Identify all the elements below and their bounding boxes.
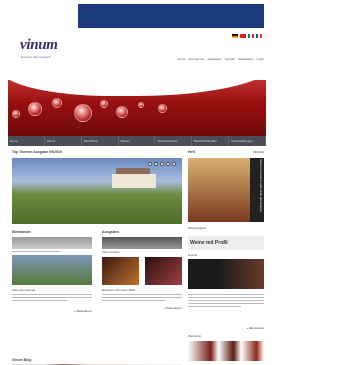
section-title: Ausgaben [102,230,119,234]
main-navigation: Home Weine Weinführer Reisen Wissenswert… [8,136,266,146]
article-image[interactable] [12,237,92,249]
wine-drop-decoration [28,102,42,116]
topnav-home[interactable]: Home [177,57,185,61]
top-navigation: Home Abo-Service Newsletter Kontakt Medi… [177,57,264,61]
flag-de-icon[interactable] [232,34,238,38]
product-image[interactable] [145,257,182,285]
cover-image [188,158,250,222]
flag-it-icon[interactable] [248,34,254,38]
main-column: Top Themen Ausgabe 09/2016 Weinländer We… [12,150,182,365]
section-title: Vinum Blog [12,358,32,362]
slider-dot[interactable] [160,162,164,166]
nav-home[interactable]: Home [8,136,45,146]
hero-wine-banner [8,80,266,136]
events-image[interactable] [188,259,264,289]
sidebar-title: Heft [188,150,195,154]
read-more-link[interactable]: » Weiterlesen [102,306,182,310]
article-image[interactable] [102,237,182,249]
nav-reisen[interactable]: Reisen [119,136,156,146]
flag-fr-icon[interactable] [256,34,262,38]
article-label[interactable]: Vinum Fokus [102,250,182,254]
website-screenshot: vinum Europas Weinmagazin Home Abo-Servi… [8,28,266,365]
nav-weinfuehrer[interactable]: Weinführer [82,136,119,146]
feature-slider-image[interactable] [12,158,182,224]
product-image[interactable] [102,257,139,285]
castle-image [112,168,156,188]
section-title: Weinländer [12,230,31,234]
section-blog: Vinum Blog [12,358,182,365]
slider-dot[interactable] [154,162,158,166]
article-label[interactable]: Bordeaux Primeurs 2016 [102,288,182,292]
all-events-link[interactable]: » Alle Events [188,326,264,330]
wine-wave-shape [8,80,266,96]
wine-drop-decoration [12,110,20,118]
topnav-newsletter[interactable]: Newsletter [208,57,222,61]
vineyard-image[interactable] [12,255,92,285]
nav-wissenswertes[interactable]: Wissenswertes [155,136,193,146]
wine-drop-decoration [158,104,167,113]
events-title: Events [188,253,198,257]
read-more-link[interactable]: » Weiterlesen [12,309,92,313]
site-logo[interactable]: vinum [20,37,58,54]
article-label[interactable]: Wein des Monats [12,288,92,292]
slider-dots [148,162,176,166]
wine-drop-decoration [52,98,62,108]
sidebar-date: 09/2016 [253,150,264,154]
flag-ch-icon[interactable] [240,34,246,38]
logo-tagline: Europas Weinmagazin [21,55,52,59]
promo-box[interactable]: Weine mit Profil [188,236,264,250]
topnav-kontakt[interactable]: Kontakt [225,57,235,61]
feature-title: Top Themen Ausgabe 09/2016 [12,150,62,154]
wine-drop-decoration [74,104,92,122]
nav-veranstaltungen[interactable]: Veranstaltungen [229,136,266,146]
wine-drop-decoration [138,102,144,108]
shop-title: Weinshop [188,334,202,338]
top-banner [78,4,264,28]
topnav-abo[interactable]: Abo-Service [188,57,204,61]
sidebar: Heft 09/2016 Vinum im neuen Look! Jetzt … [188,150,264,361]
subscribe-banner[interactable]: Vinum im neuen Look! Jetzt abonnieren. [250,158,264,222]
topnav-mediadaten[interactable]: Mediadaten [238,57,254,61]
slider-dot[interactable] [148,162,152,166]
nav-weine[interactable]: Weine [45,136,82,146]
wine-bottles-image[interactable] [188,341,264,361]
nav-weinfachhaendler[interactable]: Weinfachhändler [192,136,230,146]
sidebar-section-label: Weinmagazin [188,226,207,230]
section-ausgaben: Ausgaben Vinum Fokus Bordeaux Primeurs 2… [102,230,182,310]
topnav-login[interactable]: Login [257,57,264,61]
language-flags [232,34,262,38]
section-weinlaender: Weinländer Wein des Monats » Weiterlesen [12,230,92,313]
slider-dot[interactable] [172,162,176,166]
wine-drop-decoration [100,100,108,108]
wine-drop-decoration [116,106,128,118]
slider-dot[interactable] [166,162,170,166]
magazine-cover[interactable]: Vinum im neuen Look! Jetzt abonnieren. [188,158,264,222]
